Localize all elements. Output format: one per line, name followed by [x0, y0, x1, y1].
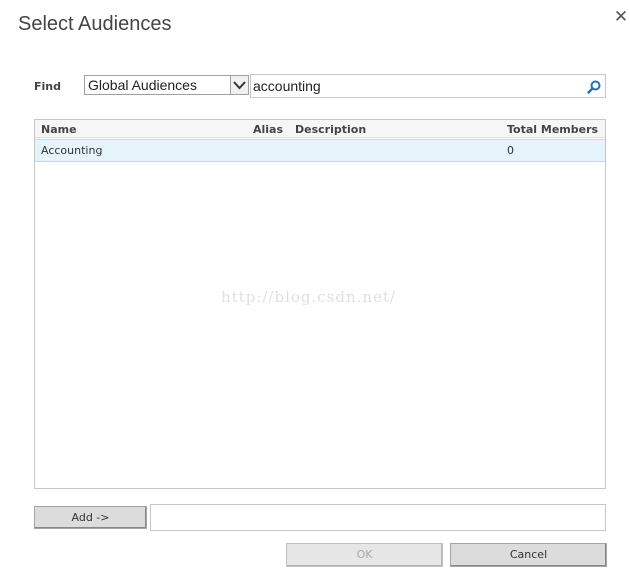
- dialog-title: Select Audiences: [18, 13, 172, 35]
- add-button[interactable]: Add ->: [34, 506, 147, 529]
- column-header-description[interactable]: Description: [295, 123, 366, 136]
- search-input-value: accounting: [253, 78, 321, 94]
- column-header-name[interactable]: Name: [41, 123, 77, 136]
- watermark: http://blog.csdn.net/: [221, 288, 397, 306]
- selected-audiences-field[interactable]: [150, 504, 606, 531]
- column-header-total-members[interactable]: Total Members: [507, 123, 598, 136]
- cancel-button[interactable]: Cancel: [450, 543, 607, 567]
- scope-selected-value: Global Audiences: [88, 77, 197, 93]
- results-header: Name Alias Description Total Members: [35, 120, 605, 138]
- find-label: Find: [34, 80, 61, 93]
- search-input[interactable]: accounting: [250, 74, 606, 98]
- row-total-members: 0: [507, 144, 514, 157]
- close-icon[interactable]: ✕: [612, 8, 630, 26]
- results-table: Name Alias Description Total Members Acc…: [34, 119, 606, 489]
- ok-button: OK: [286, 543, 443, 567]
- select-audiences-dialog: Select Audiences ✕ Find Global Audiences…: [0, 0, 630, 573]
- column-header-alias[interactable]: Alias: [253, 123, 283, 136]
- row-name: Accounting: [41, 144, 103, 157]
- search-icon[interactable]: [587, 79, 601, 94]
- chevron-down-icon[interactable]: [230, 76, 248, 94]
- scope-dropdown[interactable]: Global Audiences: [84, 75, 249, 95]
- table-row[interactable]: Accounting 0: [35, 139, 605, 162]
